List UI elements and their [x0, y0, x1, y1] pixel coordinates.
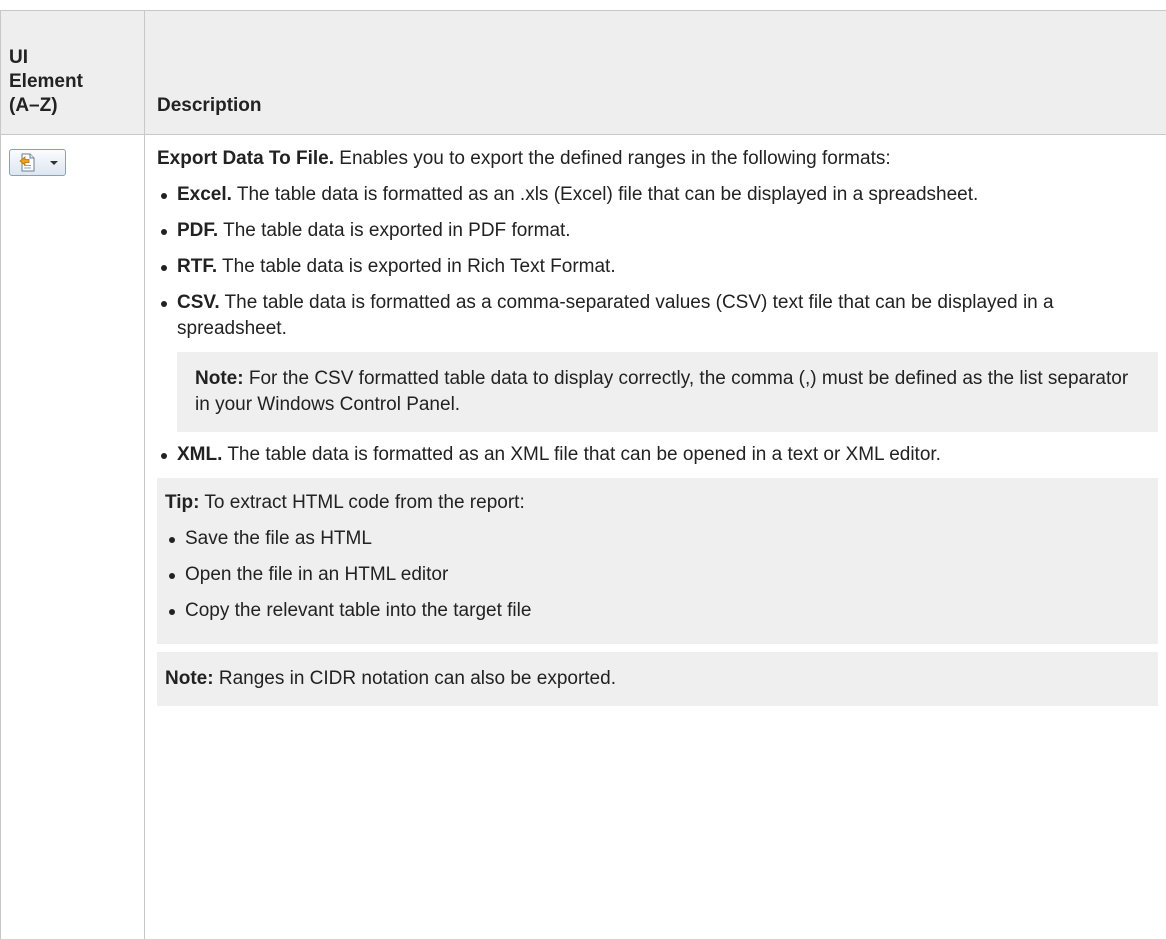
export-file-icon — [18, 153, 37, 172]
tip-box: Tip: To extract HTML code from the repor… — [157, 478, 1158, 644]
description-cell: Export Data To File. Enables you to expo… — [145, 135, 1166, 939]
table-row: Export Data To File. Enables you to expo… — [1, 135, 1166, 939]
list-item: Copy the relevant table into the target … — [165, 598, 1138, 624]
format-name: RTF. — [177, 256, 217, 277]
cidr-note-box: Note: Ranges in CIDR notation can also b… — [157, 652, 1158, 706]
export-intro: Export Data To File. Enables you to expo… — [157, 146, 1158, 172]
note-text: Ranges in CIDR notation can also be expo… — [219, 668, 616, 689]
format-list-xml: XML. The table data is formatted as an X… — [157, 442, 1158, 468]
ui-element-header: UIElement(A–Z) — [1, 11, 145, 135]
format-name: XML. — [177, 444, 222, 465]
note-text: For the CSV formatted table data to disp… — [195, 368, 1128, 415]
csv-note-box: Note: For the CSV formatted table data t… — [177, 352, 1158, 432]
ui-element-table: UIElement(A–Z) Description — [0, 10, 1166, 939]
format-name: CSV. — [177, 292, 220, 313]
export-data-to-file-button[interactable] — [9, 149, 66, 176]
tip-title: Tip: To extract HTML code from the repor… — [165, 490, 1138, 516]
list-item-excel: Excel. The table data is formatted as an… — [157, 182, 1158, 208]
list-item-pdf: PDF. The table data is exported in PDF f… — [157, 218, 1158, 244]
format-name: Excel. — [177, 184, 232, 205]
list-item: Save the file as HTML — [165, 526, 1138, 552]
chevron-down-icon — [50, 161, 58, 165]
format-text: The table data is formatted as a comma-s… — [177, 292, 1054, 339]
format-text: The table data is exported in PDF format… — [223, 220, 570, 241]
ui-element-cell — [1, 135, 145, 939]
note-label: Note: — [165, 668, 214, 689]
list-item-csv: CSV. The table data is formatted as a co… — [157, 290, 1158, 342]
format-text: The table data is formatted as an .xls (… — [237, 184, 978, 205]
format-name: PDF. — [177, 220, 218, 241]
export-title: Export Data To File. — [157, 148, 334, 169]
table-header-row: UIElement(A–Z) Description — [1, 11, 1166, 135]
list-item: Open the file in an HTML editor — [165, 562, 1138, 588]
format-list: Excel. The table data is formatted as an… — [157, 182, 1158, 342]
list-item-rtf: RTF. The table data is exported in Rich … — [157, 254, 1158, 280]
format-text: The table data is exported in Rich Text … — [222, 256, 616, 277]
export-intro-text: Enables you to export the defined ranges… — [339, 148, 890, 169]
tip-label: Tip: — [165, 492, 199, 513]
tip-text: To extract HTML code from the report: — [204, 492, 524, 513]
list-item-xml: XML. The table data is formatted as an X… — [157, 442, 1158, 468]
note-label: Note: — [195, 368, 244, 389]
format-text: The table data is formatted as an XML fi… — [227, 444, 941, 465]
description-header: Description — [145, 11, 1166, 135]
tip-steps: Save the file as HTML Open the file in a… — [165, 526, 1138, 624]
